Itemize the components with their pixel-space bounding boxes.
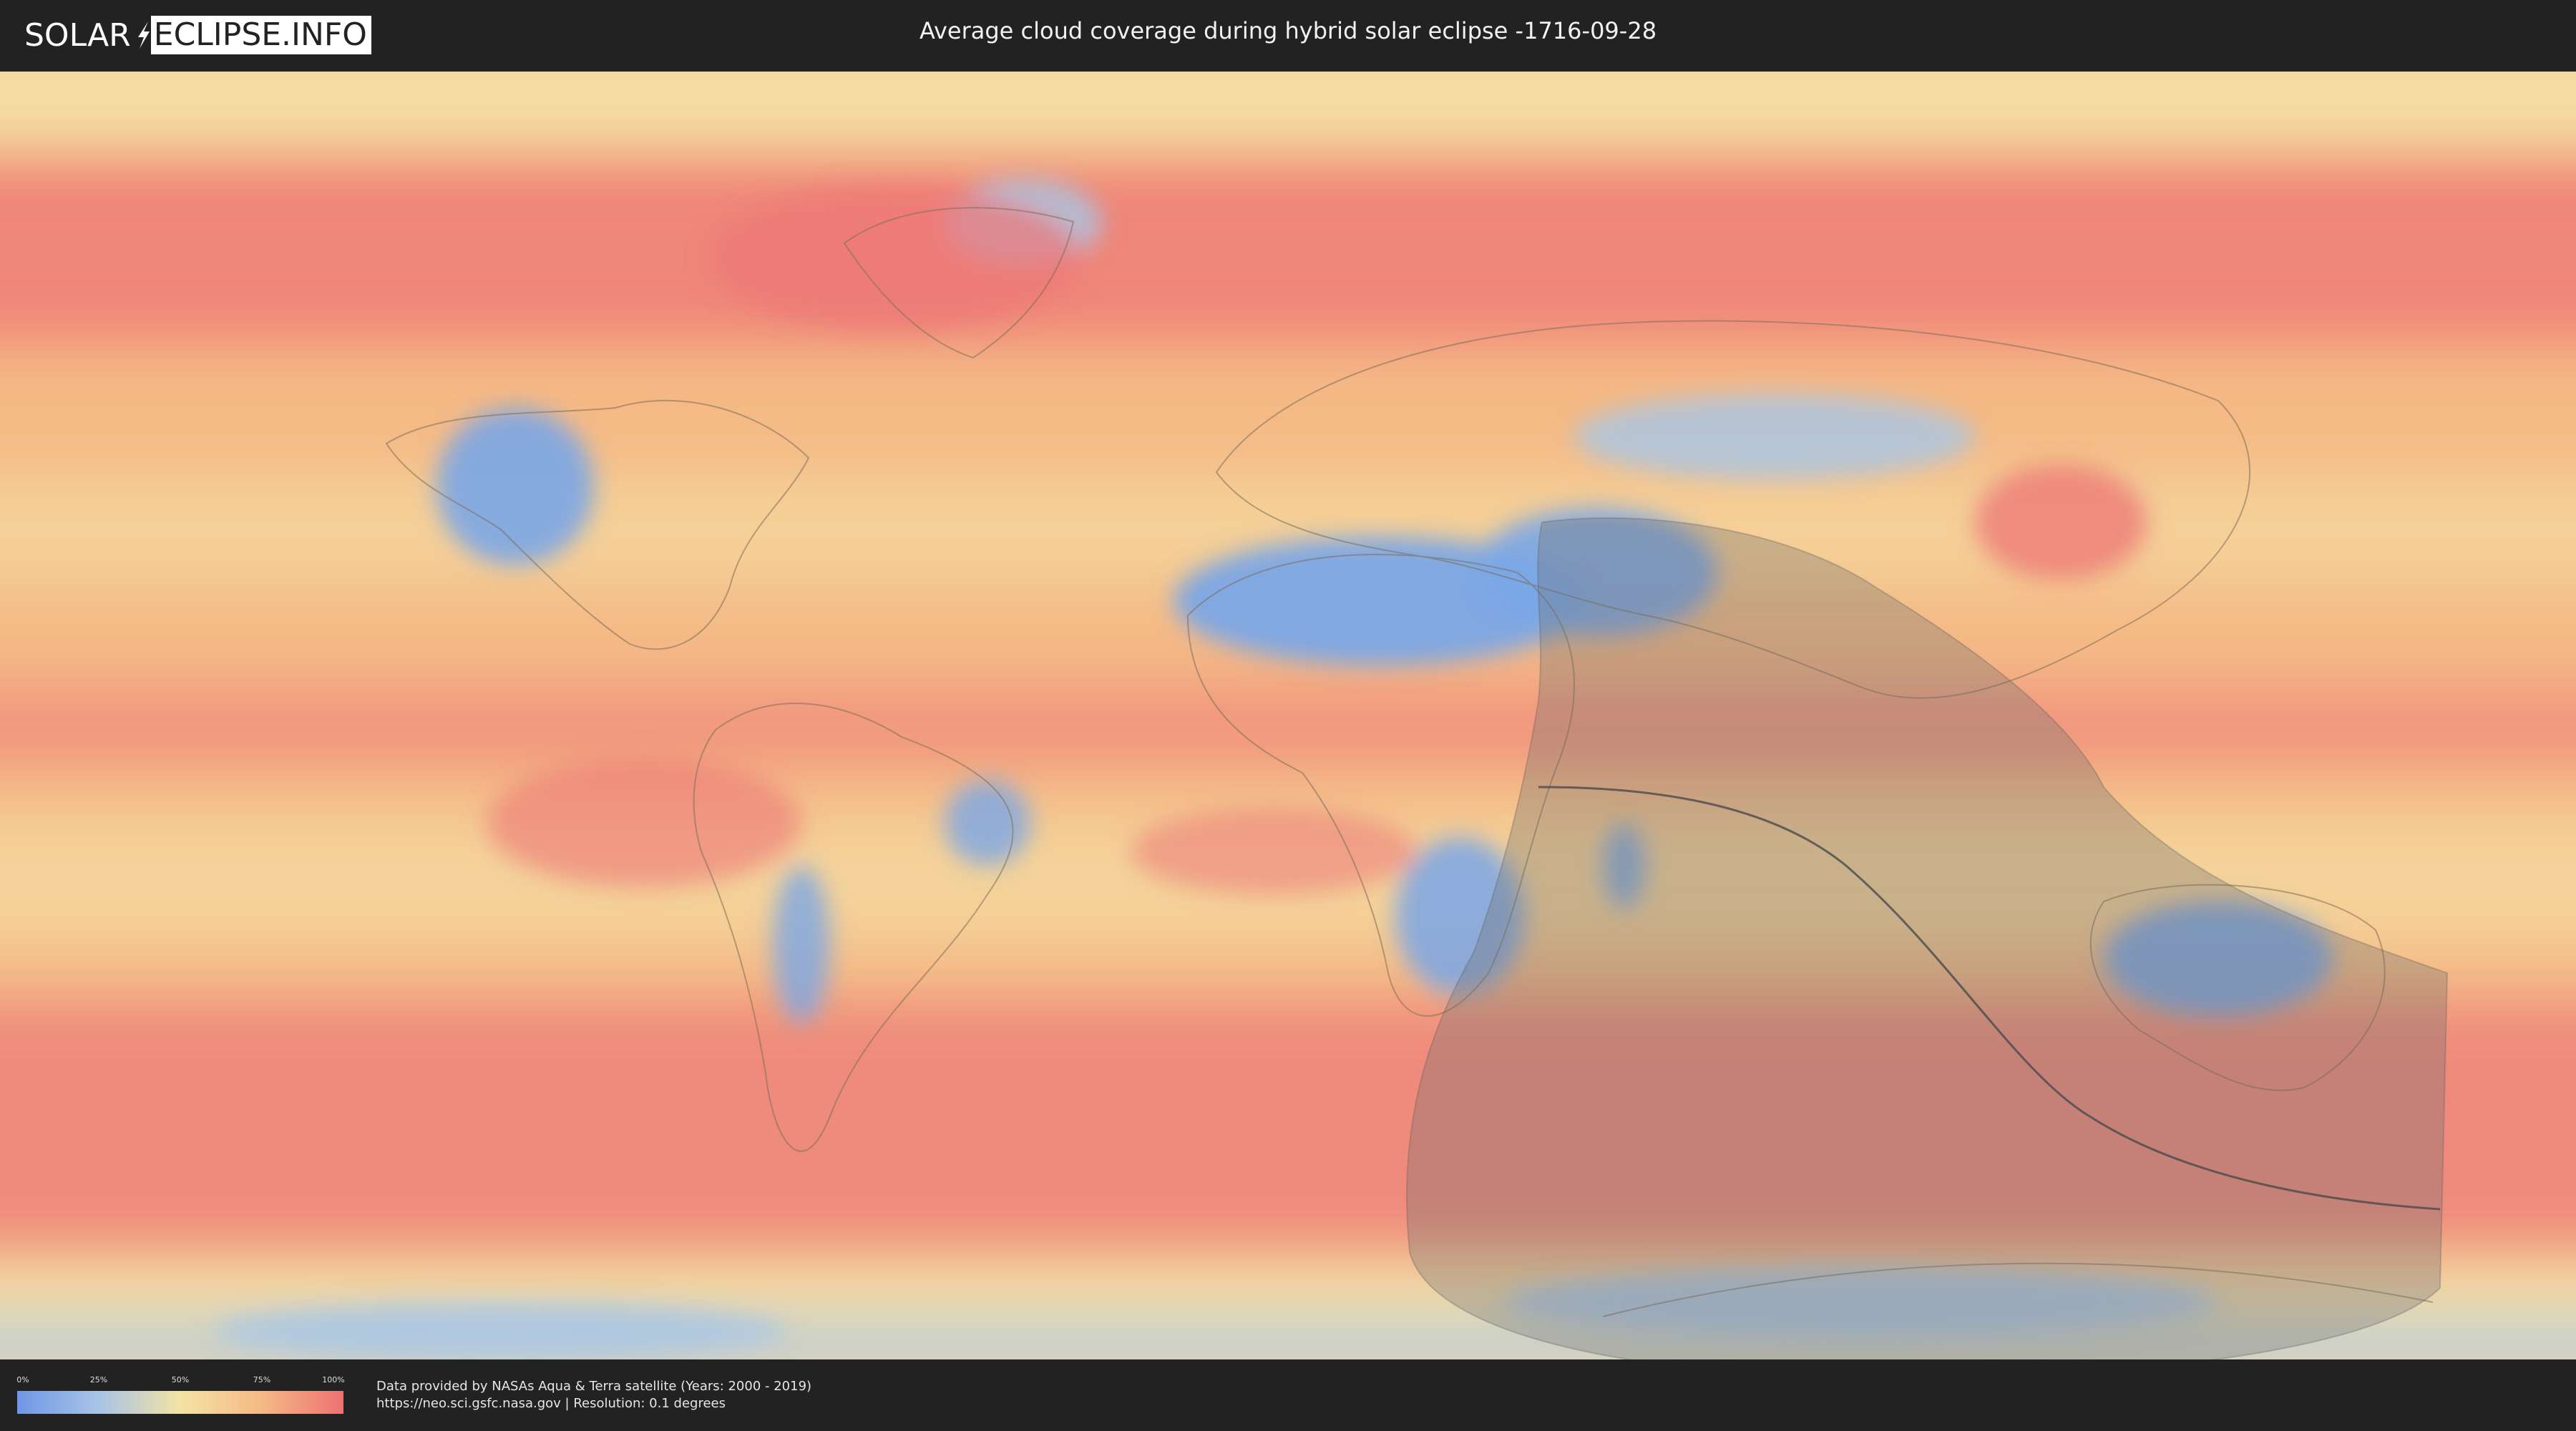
cloud-coverage-legend: 0% 25% 50% 75% 100% [16,1375,345,1414]
header-bar: SOLAR ECLIPSE.INFO Average cloud coverag… [0,0,2576,72]
cloud-coverage-map[interactable] [0,72,2576,1359]
legend-tick-75: 75% [253,1375,271,1384]
credits-line-url[interactable]: https://neo.sci.gsfc.nasa.gov | Resoluti… [376,1395,811,1412]
page-title: Average cloud coverage during hybrid sol… [919,17,1657,44]
credits-line-source: Data provided by NASAs Aqua & Terra sate… [376,1379,812,1394]
footer-bar: 0% 25% 50% 75% 100% Data provided by NAS… [0,1359,2576,1431]
legend-ticks: 0% 25% 50% 75% 100% [16,1375,345,1387]
legend-tick-25: 25% [89,1375,108,1384]
legend-tick-100: 100% [322,1375,345,1384]
legend-tick-50: 50% [171,1375,190,1384]
legend-tick-0: 0% [16,1375,29,1384]
world-map [0,72,2576,1359]
data-credits: Data provided by NASAs Aqua & Terra sate… [376,1378,811,1412]
legend-color-bar [17,1391,343,1414]
